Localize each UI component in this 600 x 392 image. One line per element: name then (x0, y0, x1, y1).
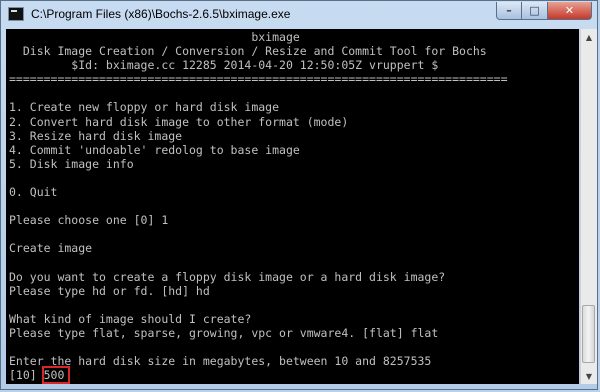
scrollbar-thumb[interactable] (582, 305, 595, 363)
size-prompt: [10] (9, 368, 44, 383)
console-input-line[interactable]: [10] 500 (9, 366, 508, 384)
console-line: Create image (9, 241, 93, 256)
console-line: Please type flat, sparse, growing, vpc o… (9, 325, 439, 340)
console-line: 5. Disk image info (9, 156, 134, 171)
console-line: Please type hd or fd. [hd] hd (9, 283, 210, 298)
console-output[interactable]: bximage Disk Image Creation / Conversion… (6, 29, 579, 384)
minimize-button[interactable]: – (496, 2, 522, 20)
console-line: What kind of image should I create? (9, 311, 252, 326)
console-app-icon (8, 7, 24, 21)
console-line: 3. Resize hard disk image (9, 128, 183, 143)
console-line: $Id: bximage.cc 12285 2014-04-20 12:50:0… (9, 58, 439, 73)
close-button[interactable]: ✕ (548, 2, 592, 20)
console-line: 0. Quit (9, 185, 58, 200)
console-line: Disk Image Creation / Conversion / Resiz… (9, 44, 487, 59)
console-line: 1. Create new floppy or hard disk image (9, 100, 280, 115)
console-line: Do you want to create a floppy disk imag… (9, 269, 446, 284)
size-input-highlight[interactable]: 500 (41, 366, 71, 384)
scroll-up-arrow-icon[interactable]: ▲ (581, 29, 597, 45)
console-line: Enter the hard disk size in megabytes, b… (9, 354, 432, 369)
scroll-down-arrow-icon[interactable]: ▼ (581, 368, 597, 384)
title-bar[interactable]: C:\Program Files (x86)\Bochs-2.6.5\bxima… (1, 1, 597, 29)
console-line: Please choose one [0] 1 (9, 213, 169, 228)
console-line: 2. Convert hard disk image to other form… (9, 114, 349, 129)
console-line: bximage (9, 30, 300, 44)
window-title: C:\Program Files (x86)\Bochs-2.6.5\bxima… (31, 7, 291, 21)
console-line: 4. Commit 'undoable' redolog to base ima… (9, 142, 300, 157)
vertical-scrollbar[interactable]: ▲ ▼ (580, 29, 597, 384)
console-line: ========================================… (9, 72, 508, 87)
maximize-button[interactable]: □ (522, 2, 548, 20)
